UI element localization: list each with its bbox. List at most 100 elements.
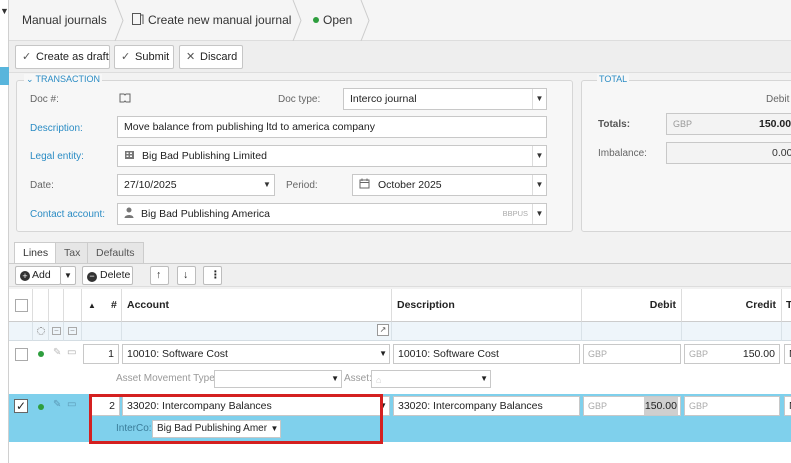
collapse-icon[interactable]: ⌄	[26, 74, 34, 84]
filter-tax[interactable]	[782, 322, 791, 341]
doc-type-select[interactable]: Interco journal ▼	[343, 88, 547, 110]
document-icon	[132, 13, 144, 25]
total-title: TOTAL	[597, 74, 630, 84]
action-toolbar: ✓ Create as draft ✓ Submit ✕ Discard	[9, 41, 791, 73]
legal-entity-select[interactable]: Big Bad Publishing Limited ▼	[117, 145, 547, 167]
debit-input[interactable]: GBP 150.00	[583, 396, 681, 416]
filter-description[interactable]	[392, 322, 582, 341]
expand-icon[interactable]: ↗	[377, 324, 389, 336]
breadcrumb-separator-icon	[292, 0, 302, 41]
tax-input[interactable]: N	[784, 396, 791, 416]
period-select[interactable]: October 2025 ▼	[352, 174, 547, 196]
status-dot-icon	[38, 351, 44, 357]
header-tax[interactable]: T	[782, 289, 791, 322]
more-options-button[interactable]: ⋮	[203, 266, 222, 285]
caret-down-icon[interactable]: ▼	[0, 6, 9, 16]
imbalance-value: 0.00	[666, 142, 791, 164]
tax-input[interactable]: N	[784, 344, 791, 364]
debit-input[interactable]: GBP	[583, 344, 681, 364]
check-icon: ✓	[22, 51, 32, 63]
filter-attach[interactable]: –	[49, 322, 64, 341]
dropdown-arrow-icon: ▼	[532, 89, 546, 109]
legal-entity-label: Legal entity:	[30, 151, 84, 162]
row-checkbox[interactable]	[15, 348, 28, 361]
minus-icon: −	[87, 272, 97, 282]
left-nav-strip: ▼	[0, 0, 9, 463]
breadcrumb: Manual journals Create new manual journa…	[9, 0, 791, 41]
filter-debit[interactable]	[582, 322, 682, 341]
dropdown-arrow-icon: ▼	[331, 374, 339, 383]
filter-number[interactable]	[82, 322, 122, 341]
status-dot-icon	[38, 404, 44, 410]
breadcrumb-status: Open	[313, 0, 352, 41]
credit-input[interactable]: GBP 150.00	[684, 344, 780, 364]
filter-account[interactable]: ↗	[122, 322, 392, 341]
delete-line-button[interactable]: − Delete	[82, 266, 133, 285]
transaction-title: ⌄ TRANSACTION	[24, 74, 103, 85]
arrow-up-icon: ↑	[156, 269, 162, 281]
close-icon: ✕	[186, 51, 196, 63]
create-as-draft-button[interactable]: ✓ Create as draft	[15, 45, 110, 69]
date-label: Date:	[30, 180, 54, 191]
filter-cell	[9, 322, 33, 341]
asset-icon: ⌂	[376, 375, 382, 385]
contact-account-label: Contact account:	[30, 209, 106, 220]
submit-button[interactable]: ✓ Submit	[114, 45, 174, 69]
attachment-icon[interactable]: ✎	[53, 399, 61, 410]
move-down-button[interactable]: ↓	[177, 266, 196, 285]
totals-label: Totals:	[598, 119, 631, 130]
dropdown-arrow-icon: ▼	[532, 175, 546, 195]
description-input[interactable]: 10010: Software Cost	[393, 344, 580, 364]
header-account[interactable]: Account	[122, 289, 392, 322]
person-icon	[124, 207, 134, 218]
credit-input[interactable]: GBP	[684, 396, 780, 416]
line-number: 1	[83, 344, 119, 364]
header-status	[33, 289, 49, 322]
book-icon[interactable]	[119, 93, 131, 103]
tab-defaults[interactable]: Defaults	[87, 242, 144, 263]
dropdown-arrow-icon: ▼	[480, 374, 488, 383]
description-input[interactable]: 33020: Intercompany Balances	[393, 396, 580, 416]
discard-button[interactable]: ✕ Discard	[179, 45, 243, 69]
asset-movement-type-label: Asset Movement Type:	[116, 373, 218, 384]
header-line-number[interactable]: ▲ #	[82, 289, 122, 322]
breadcrumb-create-journal[interactable]: Create new manual journal	[131, 0, 291, 41]
asset-movement-type-select[interactable]: ▼	[214, 370, 342, 388]
breadcrumb-manual-journals[interactable]: Manual journals	[22, 0, 107, 41]
dropdown-arrow-icon: ▼	[260, 175, 274, 195]
check-icon: ✓	[121, 51, 131, 63]
contact-account-select[interactable]: Big Bad Publishing America BBPUS ▼	[117, 203, 547, 225]
add-line-button[interactable]: + Add	[15, 266, 61, 285]
comment-icon[interactable]: ▭	[67, 399, 76, 410]
header-debit[interactable]: Debit	[582, 289, 682, 322]
filter-comment[interactable]: –	[64, 322, 82, 341]
filter-minus-icon: –	[52, 327, 61, 335]
dropdown-arrow-icon: ▼	[532, 204, 546, 224]
account-select[interactable]: 10010: Software Cost ▼	[122, 344, 390, 364]
attachment-icon[interactable]: ✎	[53, 347, 61, 358]
tab-tax[interactable]: Tax	[55, 242, 90, 263]
date-input[interactable]: 27/10/2025 ▼	[117, 174, 275, 196]
filter-minus-icon: –	[68, 327, 77, 335]
doc-number-label: Doc #:	[30, 94, 59, 105]
contact-code: BBPUS	[502, 209, 528, 218]
select-all-checkbox[interactable]	[15, 299, 28, 312]
nav-active-marker	[0, 67, 9, 85]
status-dot-icon	[313, 17, 319, 23]
row-checkbox-checked[interactable]: ✓	[14, 399, 28, 413]
asset-select[interactable]: ⌂ ▼	[371, 370, 491, 388]
move-up-button[interactable]: ↑	[150, 266, 169, 285]
sort-asc-icon: ▲	[88, 301, 96, 310]
comment-icon[interactable]: ▭	[67, 347, 76, 358]
imbalance-label: Imbalance:	[598, 148, 647, 159]
totals-value: GBP 150.00	[666, 113, 791, 135]
tab-lines[interactable]: Lines	[14, 242, 58, 264]
more-vertical-icon: ⋮	[210, 269, 221, 281]
description-input[interactable]: Move balance from publishing ltd to amer…	[117, 116, 547, 138]
total-debit-header: Debit	[766, 94, 790, 105]
filter-credit[interactable]	[682, 322, 782, 341]
header-credit[interactable]: Credit	[682, 289, 782, 322]
filter-status[interactable]	[33, 322, 49, 341]
add-dropdown-button[interactable]: ▼	[60, 266, 76, 285]
header-description[interactable]: Description	[392, 289, 582, 322]
